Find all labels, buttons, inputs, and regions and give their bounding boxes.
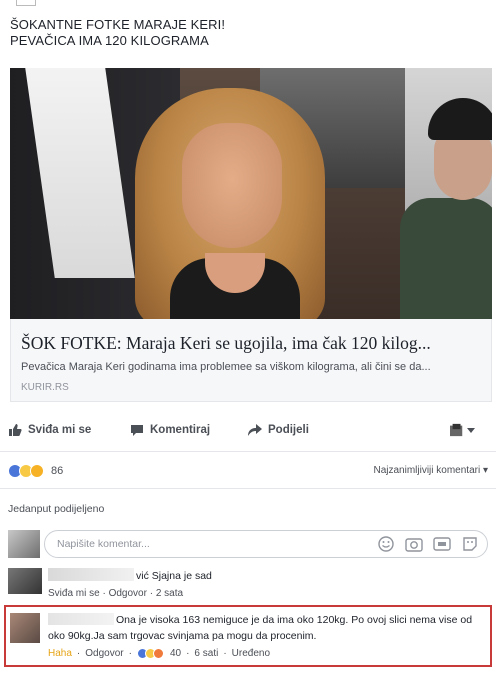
post-text: ŠOKANTNE FOTKE MARAJE KERI! PEVAČICA IMA… (10, 17, 480, 49)
link-preview-image[interactable] (10, 68, 492, 319)
comment-text: Ona je visoka 163 nemiguce je da ima oko… (48, 614, 473, 642)
gif-icon[interactable] (433, 536, 451, 552)
comment-reply-link[interactable]: Odgovor (85, 648, 123, 659)
reactions-count: 86 (51, 465, 64, 477)
wow-reaction-icon (152, 648, 164, 659)
comment-input[interactable]: Napišite komentar... (44, 530, 488, 558)
image-man-right (400, 98, 492, 319)
link-title[interactable]: ŠOK FOTKE: Maraja Keri se ugojila, ima č… (21, 333, 485, 354)
comment-timestamp[interactable]: 2 sata (156, 588, 183, 599)
divider (0, 488, 496, 489)
comment-text: vić Sjajna je sad (136, 570, 212, 582)
avatar[interactable] (10, 613, 40, 643)
comment: vić Sjajna je sad Sviđa mi se · Odgovor … (0, 566, 496, 604)
thumbs-up-icon (9, 424, 22, 436)
chevron-down-icon: ▾ (482, 465, 488, 476)
like-label: Sviđa mi se (28, 424, 92, 436)
post-as-selector[interactable] (450, 418, 475, 442)
comment-like-link[interactable]: Sviđa mi se (48, 588, 100, 599)
link-domain: KURIR.RS (21, 382, 69, 393)
like-button[interactable]: Sviđa mi se (8, 418, 91, 442)
comment-highlighted: Ona je visoka 163 nemiguce je da ima oko… (0, 605, 496, 670)
divider (0, 451, 496, 452)
avatar-cropped (16, 0, 36, 6)
share-arrow-icon (248, 424, 262, 436)
comment-reaction-link[interactable]: Haha (48, 648, 72, 659)
comment-icon (131, 425, 143, 436)
reactions-summary[interactable]: 86 (8, 462, 63, 480)
comment-meta: Sviđa mi se · Odgovor · 2 sata (48, 588, 184, 599)
avatar (8, 530, 40, 558)
link-preview-card[interactable]: ŠOK FOTKE: Maraja Keri se ugojila, ima č… (10, 319, 492, 402)
comment-input-placeholder: Napišite komentar... (57, 538, 150, 550)
comment-meta: Haha · Odgovor · 40 · 6 sati · Uređeno (48, 648, 271, 659)
camera-icon[interactable] (405, 536, 423, 552)
comment-button[interactable]: Komentiraj (130, 418, 210, 442)
shares-count[interactable]: Jedanput podijeljeno (8, 503, 104, 515)
post-text-line2: PEVAČICA IMA 120 KILOGRAMA (10, 33, 209, 48)
link-description: Pevačica Maraja Keri godinama ima proble… (21, 361, 431, 373)
emoji-icon[interactable] (377, 536, 395, 552)
image-woman-face (182, 123, 282, 248)
comment-sort-dropdown[interactable]: Najzanimljiviji komentari ▾ (373, 465, 488, 476)
cropped-header (0, 0, 496, 12)
comment-reply-link[interactable]: Odgovor (109, 588, 147, 599)
share-label: Podijeli (268, 424, 309, 436)
post-text-line1: ŠOKANTNE FOTKE MARAJE KERI! (10, 17, 226, 32)
share-button[interactable]: Podijeli (248, 418, 309, 442)
commenter-name-redacted (48, 568, 134, 581)
sticker-icon[interactable] (461, 536, 479, 552)
comment-reactions[interactable] (136, 648, 164, 659)
sad-reaction-icon (30, 464, 44, 478)
avatar[interactable] (8, 568, 42, 594)
profile-photo-icon (450, 423, 463, 437)
chevron-down-icon (467, 428, 475, 433)
action-bar: Sviđa mi se Komentiraj Podijeli (0, 418, 496, 442)
comment-timestamp[interactable]: 6 sati (194, 648, 218, 659)
comment-sort-label: Najzanimljiviji komentari (373, 465, 481, 476)
comment-label: Komentiraj (150, 424, 211, 436)
comment-reaction-count: 40 (169, 648, 182, 659)
edited-label[interactable]: Uređeno (232, 648, 270, 659)
